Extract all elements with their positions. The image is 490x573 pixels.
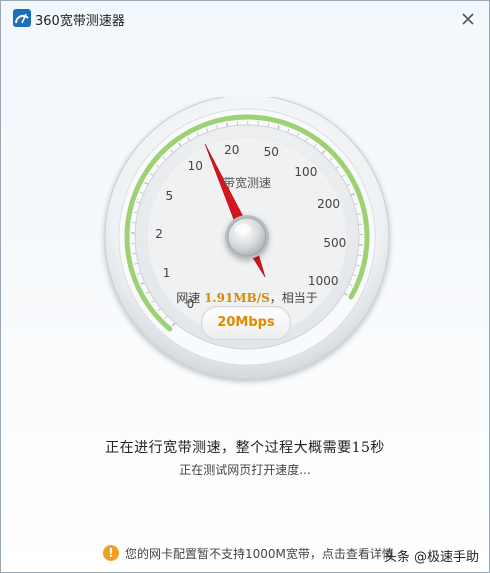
title-bar[interactable]: 360宽带测速器 xyxy=(1,1,489,35)
speed-suffix: ，相当于 xyxy=(269,291,318,305)
scale-label: 1 xyxy=(162,265,171,280)
mbps-badge: 20Mbps xyxy=(201,306,291,340)
scale-label: 200 xyxy=(317,197,341,212)
scale-label: 10 xyxy=(187,158,203,173)
speed-readout: 网速 1.91MB/S，相当于 xyxy=(176,289,318,306)
close-icon[interactable] xyxy=(457,8,479,30)
status-main-text: 正在进行宽带测速，整个过程大概需要15秒 xyxy=(105,440,385,456)
scale-label: 50 xyxy=(263,145,279,160)
scale-label: 1000 xyxy=(307,274,339,288)
scale-label: 5 xyxy=(165,188,174,203)
speed-gauge: 0 1 2 5 10 20 50 100 200 500 1000 带宽测速 网速 1.91MB/S… xyxy=(97,97,397,397)
nic-notice-link[interactable]: ! 您的网卡配置暂不支持1000M宽带，点击查看详情 xyxy=(103,544,394,562)
speed-value: 1.91MB/S xyxy=(204,291,270,305)
scale-label: 100 xyxy=(294,164,318,179)
speedtest-window: 360宽带测速器 0 1 2 5 10 20 50 100 200 500 10… xyxy=(0,0,490,573)
gauge-dial xyxy=(104,97,390,380)
scale-label: 20 xyxy=(224,143,240,158)
app-logo-icon xyxy=(13,9,31,27)
notice-text: 您的网卡配置暂不支持1000M宽带，点击查看详情 xyxy=(125,546,394,561)
warning-icon: ! xyxy=(103,545,119,561)
needle-hub xyxy=(227,217,267,257)
window-title: 360宽带测速器 xyxy=(35,14,125,29)
gauge-caption: 带宽测速 xyxy=(222,176,272,190)
scale-label: 500 xyxy=(323,236,347,251)
watermark-text: 头条 @极速手助 xyxy=(383,550,479,565)
scale-label: 2 xyxy=(155,226,163,241)
speed-prefix: 网速 xyxy=(176,291,201,305)
status-sub-text: 正在测试网页打开速度... xyxy=(179,463,311,477)
